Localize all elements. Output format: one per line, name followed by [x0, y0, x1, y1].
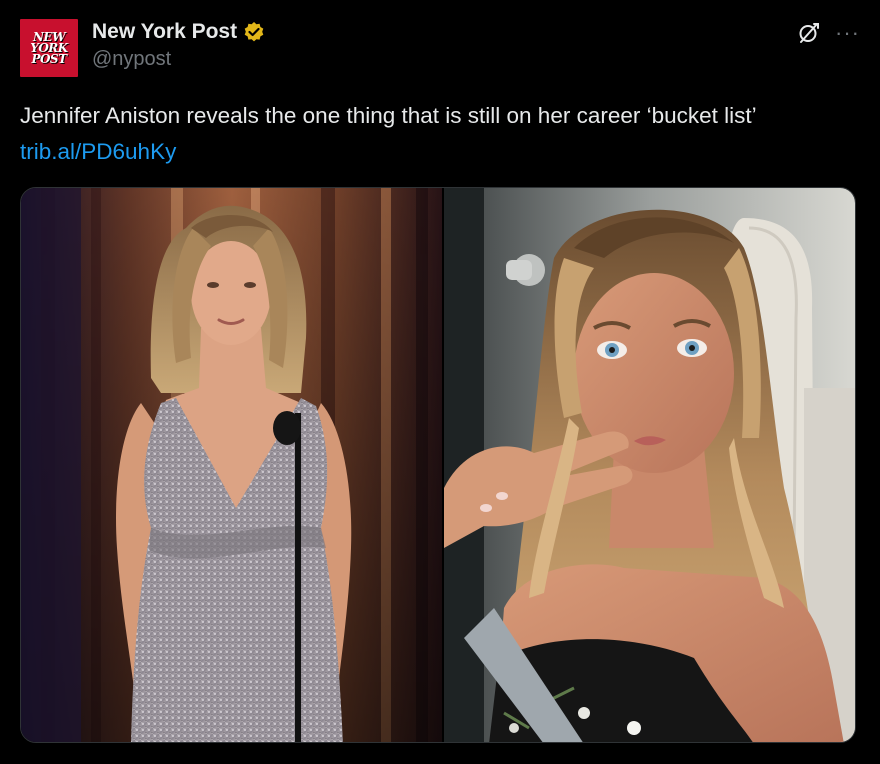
display-name-row: New York Post — [92, 19, 265, 45]
avatar-logo-line: POST — [31, 51, 67, 66]
grok-icon[interactable] — [797, 21, 821, 45]
media-grid — [20, 187, 856, 743]
header-actions: ··· — [797, 21, 860, 45]
media-photo-stage[interactable] — [21, 188, 442, 742]
tweet-text: Jennifer Aniston reveals the one thing t… — [20, 98, 850, 170]
more-dots-icon[interactable]: ··· — [835, 22, 860, 44]
avatar[interactable]: NEW YORK POST — [20, 19, 78, 77]
tweet-body: Jennifer Aniston reveals the one thing t… — [20, 103, 756, 128]
author-names: New York Post @nypost — [92, 19, 265, 71]
media-photo-selfie[interactable] — [443, 188, 855, 742]
verified-badge-icon — [243, 21, 265, 43]
tweet-link[interactable]: trib.al/PD6uhKy — [20, 139, 176, 164]
handle[interactable]: @nypost — [92, 48, 265, 71]
tweet-header: NEW YORK POST New York Post @nypost ··· — [20, 17, 860, 79]
display-name[interactable]: New York Post — [92, 20, 237, 44]
tweet-card[interactable]: NEW YORK POST New York Post @nypost ··· … — [0, 0, 880, 764]
